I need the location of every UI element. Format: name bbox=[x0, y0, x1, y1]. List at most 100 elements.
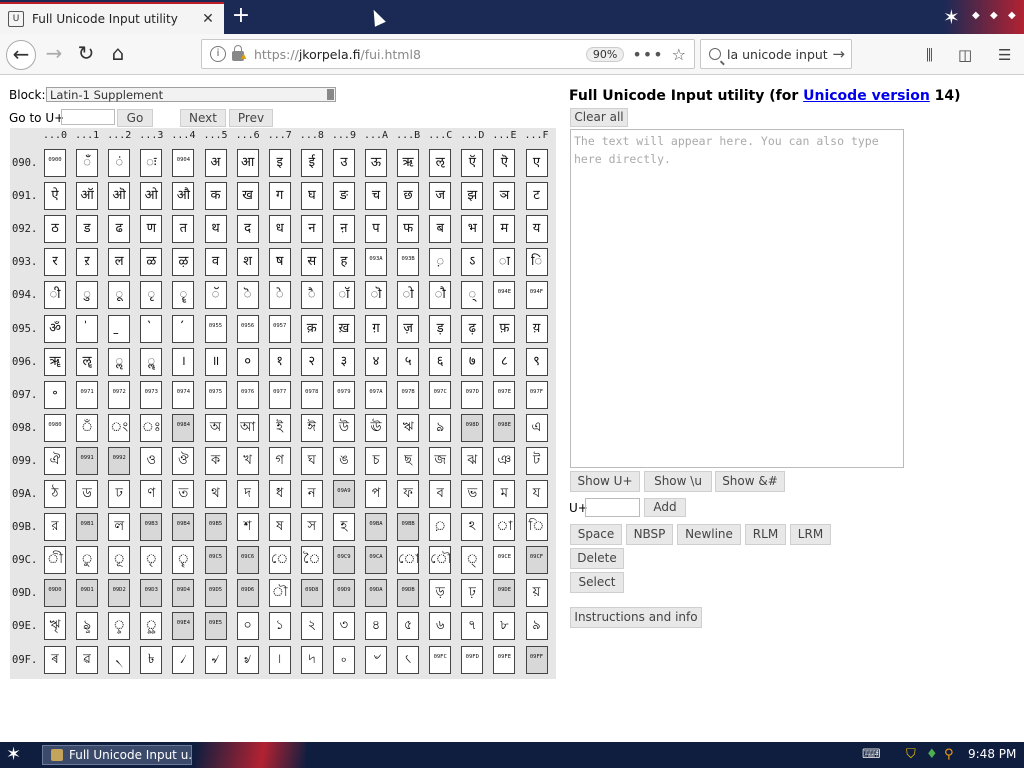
character-cell[interactable]: 0971 bbox=[76, 380, 99, 409]
character-cell[interactable]: প bbox=[365, 480, 387, 508]
character-cell[interactable]: 09D2 bbox=[108, 579, 131, 608]
character-cell[interactable]: ধ bbox=[268, 480, 291, 508]
character-cell[interactable]: ऑ bbox=[76, 182, 99, 211]
character-cell[interactable]: ङ bbox=[332, 182, 355, 211]
character-cell[interactable]: 09D6 bbox=[236, 579, 259, 608]
character-cell[interactable]: ি bbox=[525, 513, 548, 542]
character-cell[interactable]: 098E bbox=[493, 413, 516, 442]
character-cell[interactable]: ঠ bbox=[44, 480, 66, 508]
character-cell[interactable]: ौ bbox=[429, 281, 452, 310]
character-cell[interactable]: শ bbox=[236, 513, 259, 542]
character-cell[interactable]: 09FC bbox=[429, 645, 452, 674]
character-cell[interactable]: ো bbox=[397, 546, 420, 575]
close-tab-icon[interactable]: ✕ bbox=[200, 11, 216, 27]
character-cell[interactable]: ঞ bbox=[493, 446, 516, 475]
character-cell[interactable]: 09CE bbox=[493, 546, 516, 575]
character-cell[interactable]: ে bbox=[268, 546, 291, 575]
character-cell[interactable]: ট bbox=[525, 446, 548, 475]
character-cell[interactable]: 0957 bbox=[268, 314, 291, 343]
character-cell[interactable]: 09B4 bbox=[172, 513, 195, 542]
character-cell[interactable]: े bbox=[268, 281, 291, 310]
character-cell[interactable]: ॐ bbox=[44, 314, 66, 343]
character-cell[interactable]: 0979 bbox=[332, 380, 355, 409]
character-cell[interactable]: স bbox=[300, 513, 323, 542]
nbsp-button[interactable]: NBSP bbox=[626, 524, 673, 545]
character-cell[interactable]: ॣ bbox=[140, 347, 163, 376]
character-cell[interactable]: ছ bbox=[397, 446, 420, 475]
character-cell[interactable]: 09CA bbox=[365, 546, 387, 575]
character-cell[interactable]: 0984 bbox=[172, 413, 195, 442]
character-cell[interactable]: খ bbox=[236, 446, 259, 475]
menu-icon[interactable]: ☰ bbox=[998, 46, 1011, 64]
character-cell[interactable]: ॆ bbox=[236, 281, 259, 310]
search-go-icon[interactable]: → bbox=[832, 45, 845, 63]
character-cell[interactable]: া bbox=[493, 513, 516, 542]
character-cell[interactable]: थ bbox=[204, 215, 227, 244]
character-cell[interactable]: ন bbox=[300, 480, 323, 508]
character-cell[interactable]: ৵ bbox=[204, 645, 227, 674]
character-cell[interactable]: ৹ bbox=[332, 645, 355, 674]
character-cell[interactable]: ৰ bbox=[44, 645, 66, 674]
character-cell[interactable]: র bbox=[44, 513, 66, 542]
character-cell[interactable]: 097B bbox=[397, 380, 420, 409]
character-cell[interactable]: ১ bbox=[268, 612, 291, 641]
character-cell[interactable]: ঃ bbox=[140, 413, 163, 442]
character-cell[interactable]: द bbox=[236, 215, 259, 244]
character-cell[interactable]: 09DA bbox=[365, 579, 387, 608]
character-cell[interactable]: ৈ bbox=[300, 546, 323, 575]
address-bar[interactable]: i ▲ https://jkorpela.fi/fui.html8 90% ••… bbox=[201, 39, 695, 69]
character-cell[interactable]: 09BB bbox=[397, 513, 420, 542]
character-cell[interactable]: 0978 bbox=[300, 380, 323, 409]
character-cell[interactable]: হ bbox=[332, 513, 355, 542]
character-cell[interactable]: 097D bbox=[461, 380, 484, 409]
character-cell[interactable]: त bbox=[172, 215, 195, 244]
character-cell[interactable]: 0975 bbox=[204, 380, 227, 409]
character-cell[interactable]: ड़ bbox=[429, 314, 452, 343]
lrm-button[interactable]: LRM bbox=[790, 524, 831, 545]
character-cell[interactable]: ३ bbox=[332, 347, 355, 376]
character-cell[interactable]: ৬ bbox=[429, 612, 452, 641]
character-cell[interactable]: व bbox=[204, 248, 227, 277]
character-cell[interactable]: ই bbox=[268, 413, 291, 442]
character-cell[interactable]: ৸ bbox=[300, 645, 323, 674]
character-cell[interactable]: ঋ bbox=[397, 413, 420, 442]
character-cell[interactable]: ु bbox=[76, 281, 99, 310]
character-cell[interactable]: গ bbox=[268, 446, 291, 475]
character-cell[interactable]: फ bbox=[397, 215, 420, 244]
character-cell[interactable]: छ bbox=[397, 182, 420, 211]
character-cell[interactable]: ৪ bbox=[365, 612, 387, 641]
character-cell[interactable]: क bbox=[204, 182, 227, 211]
character-cell[interactable]: 09B5 bbox=[204, 513, 227, 542]
character-cell[interactable]: 09A9 bbox=[332, 480, 355, 508]
character-cell[interactable]: ग़ bbox=[365, 314, 387, 343]
character-cell[interactable]: ৷ bbox=[268, 645, 291, 674]
start-menu-icon[interactable]: ✶ bbox=[6, 744, 21, 765]
character-cell[interactable]: এ bbox=[525, 413, 548, 442]
go-button[interactable]: Go bbox=[117, 109, 153, 127]
character-cell[interactable]: ० bbox=[236, 347, 259, 376]
character-cell[interactable]: ़ bbox=[429, 248, 452, 277]
character-cell[interactable]: 097F bbox=[525, 380, 548, 409]
window-maximize-icon[interactable]: ◆ bbox=[990, 10, 998, 21]
keyboard-tray-icon[interactable]: ⌨ bbox=[862, 747, 881, 762]
space-button[interactable]: Space bbox=[570, 524, 622, 545]
character-cell[interactable]: 094F bbox=[525, 281, 548, 310]
character-cell[interactable]: ै bbox=[300, 281, 323, 310]
character-cell[interactable]: ৄ bbox=[172, 546, 195, 575]
character-cell[interactable]: ৫ bbox=[397, 612, 420, 641]
character-cell[interactable]: ৴ bbox=[172, 645, 195, 674]
character-cell[interactable]: 094E bbox=[493, 281, 516, 310]
character-cell[interactable]: 09C6 bbox=[236, 546, 259, 575]
character-cell[interactable]: ९ bbox=[525, 347, 548, 376]
window-close-icon[interactable]: ◆ bbox=[1008, 10, 1016, 21]
character-cell[interactable]: 0904 bbox=[172, 149, 195, 177]
character-cell[interactable]: ७ bbox=[461, 347, 484, 376]
character-cell[interactable]: ॔ bbox=[172, 314, 195, 343]
library-icon[interactable]: ⫼ bbox=[926, 46, 933, 64]
character-cell[interactable]: ज bbox=[429, 182, 452, 211]
character-cell[interactable]: ग bbox=[268, 182, 291, 211]
character-cell[interactable]: ৲ bbox=[108, 645, 131, 674]
character-cell[interactable]: 09B3 bbox=[140, 513, 163, 542]
clear-all-button[interactable]: Clear all bbox=[570, 108, 628, 127]
character-cell[interactable]: ড bbox=[76, 480, 99, 508]
